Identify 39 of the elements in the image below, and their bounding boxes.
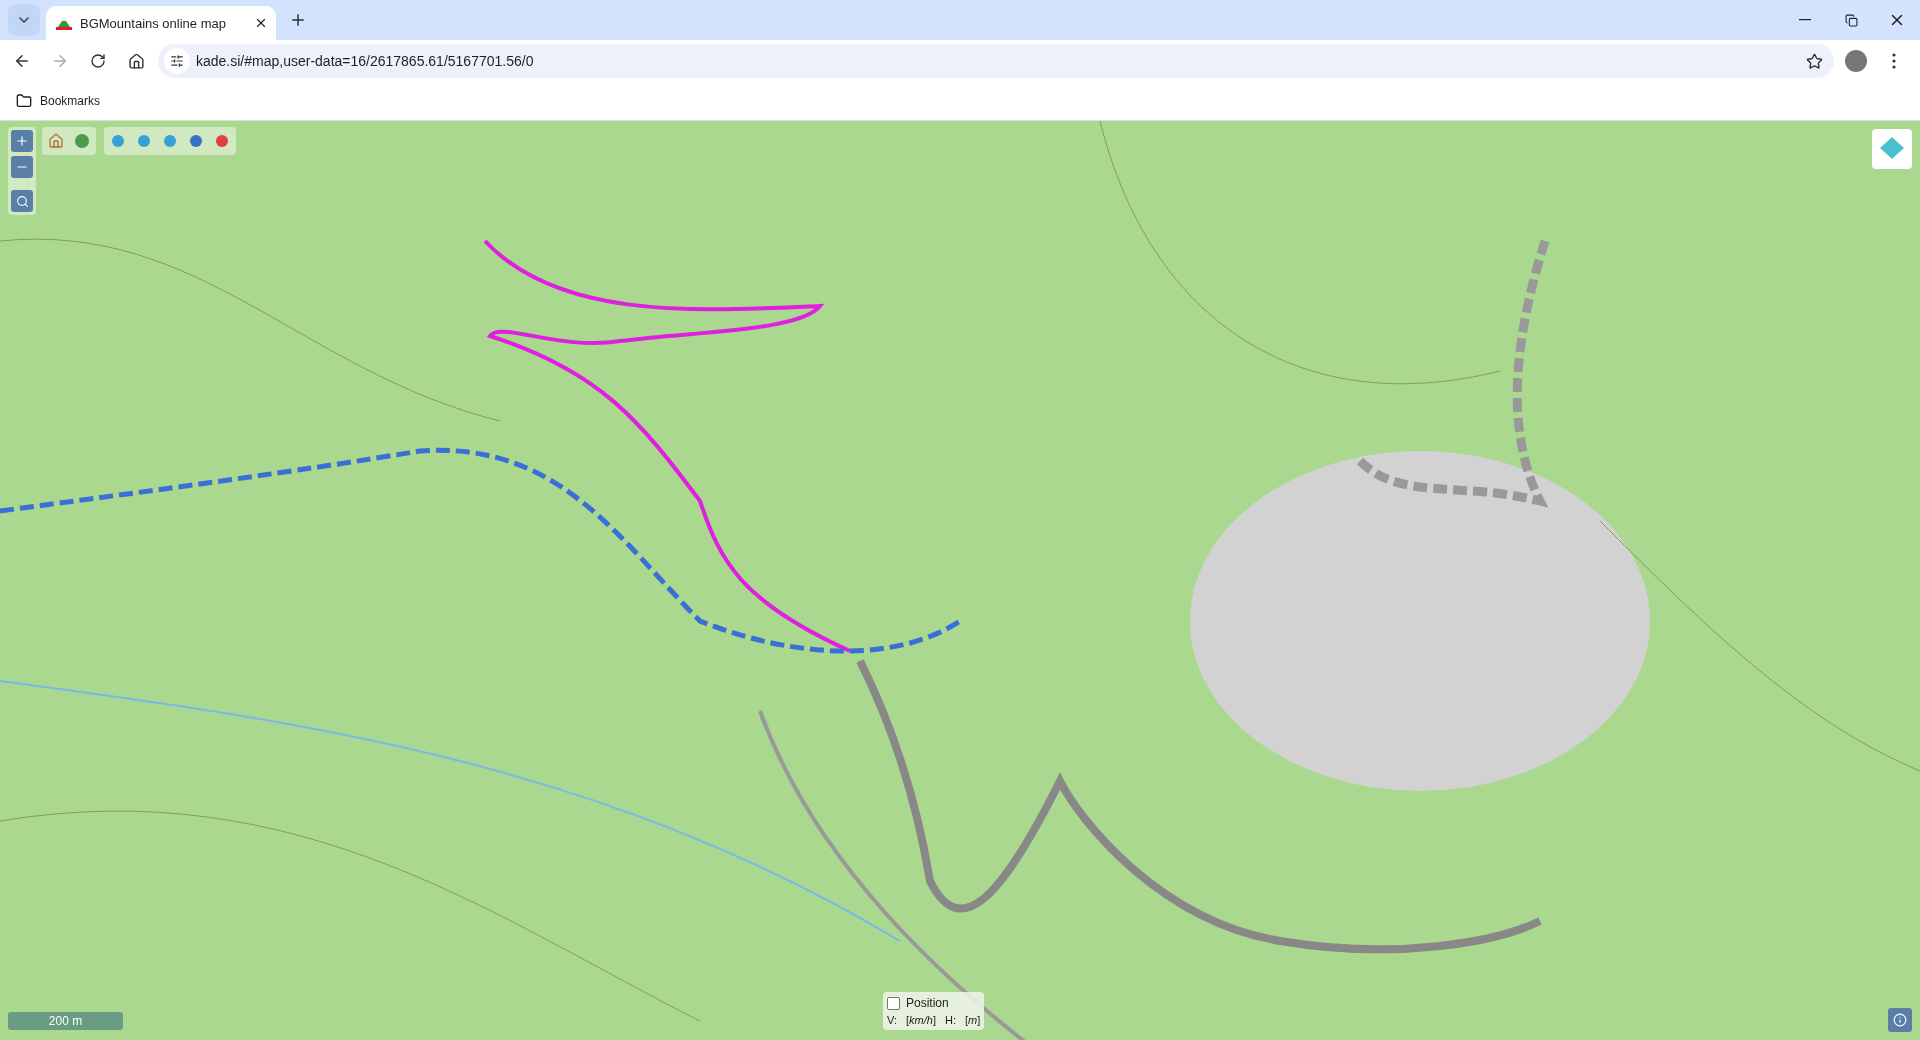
tool-icon — [189, 134, 203, 148]
forward-arrow-icon — [51, 52, 69, 70]
restore-icon — [1844, 13, 1858, 27]
tool-icon — [215, 134, 229, 148]
search-icon — [15, 194, 29, 208]
more-icon — [1892, 53, 1896, 69]
height-unit: [m] — [964, 1014, 981, 1026]
search-button[interactable] — [11, 190, 33, 212]
reload-icon — [90, 53, 106, 69]
position-checkbox[interactable]: Position — [887, 996, 981, 1010]
close-icon[interactable] — [254, 16, 268, 30]
tool-icon — [111, 134, 125, 148]
site-info-button[interactable] — [164, 48, 190, 74]
minimize-icon — [1799, 19, 1811, 21]
home-icon — [48, 133, 64, 149]
info-button[interactable] — [1888, 1008, 1912, 1032]
address-bar[interactable]: kade.si/#map,user-data=16/2617865.61/5167701.56/0 — [158, 44, 1834, 78]
browser-tab[interactable]: BGMountains online map — [46, 6, 276, 40]
tool-icon — [163, 134, 177, 148]
speed-label: V: — [887, 1014, 897, 1026]
star-icon — [1805, 52, 1823, 70]
zoom-out-button[interactable] — [11, 156, 33, 178]
speed-unit: [km/h] — [906, 1014, 936, 1026]
folder-icon — [16, 93, 32, 109]
zoom-in-button[interactable] — [11, 130, 33, 152]
sliders-icon — [170, 54, 184, 68]
info-icon — [1893, 1013, 1907, 1027]
plus-icon — [15, 134, 29, 148]
tab-list-button[interactable] — [8, 4, 40, 36]
scale-bar: 200 m — [8, 1012, 123, 1030]
home-icon — [127, 52, 145, 70]
tool-icon — [137, 134, 151, 148]
mountain-favicon — [56, 16, 72, 30]
layers-button[interactable] — [1872, 129, 1912, 169]
map-view[interactable]: 200 m Position V: [km/h] H: [m] — [0, 121, 1920, 1040]
plus-icon — [289, 11, 307, 29]
bookmarks-folder[interactable]: Bookmarks — [12, 89, 105, 113]
avatar-circle — [1845, 50, 1867, 72]
height-label: H: — [944, 1014, 956, 1026]
